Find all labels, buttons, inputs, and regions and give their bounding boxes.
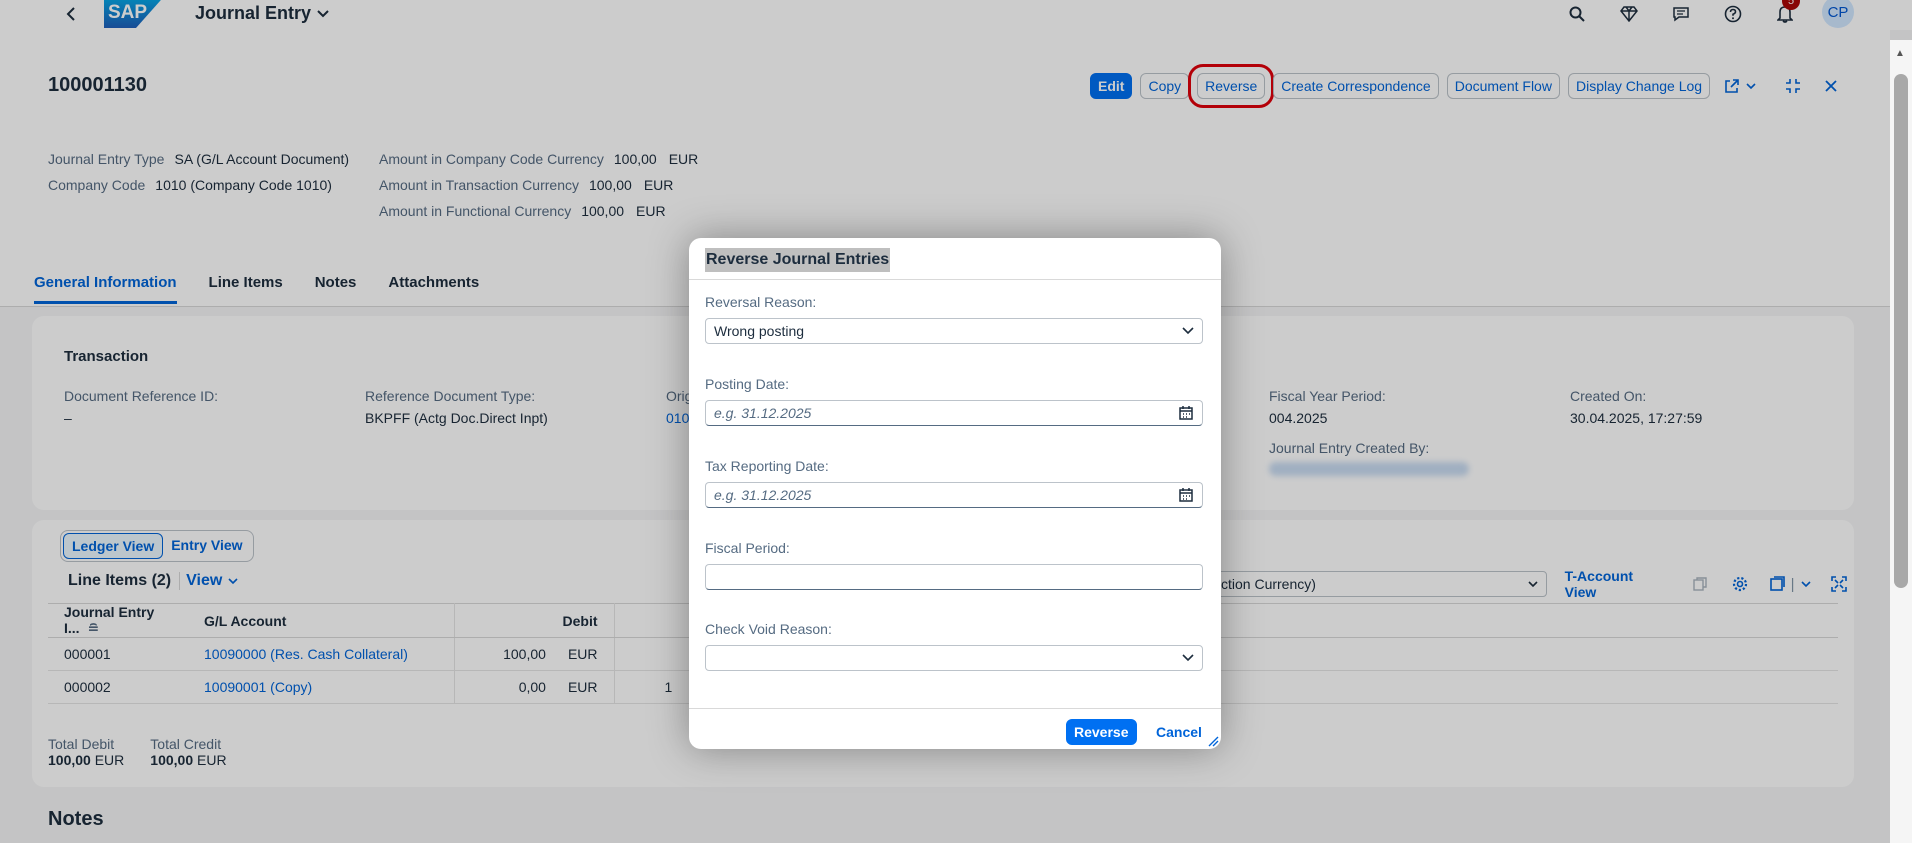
chevron-down-icon (1182, 654, 1194, 662)
chevron-down-icon (1182, 327, 1194, 335)
reversal-reason-label: Reversal Reason: (705, 294, 817, 310)
dialog-header-divider (689, 279, 1221, 280)
posting-date-input[interactable]: e.g. 31.12.2025 (705, 400, 1203, 426)
reversal-reason-select[interactable]: Wrong posting (705, 318, 1203, 344)
dialog-cancel-button[interactable]: Cancel (1148, 719, 1210, 745)
check-void-reason-select[interactable] (705, 645, 1203, 671)
scrollbar-thumb[interactable] (1894, 74, 1908, 588)
calendar-icon[interactable] (1178, 487, 1194, 503)
dialog-reverse-button[interactable]: Reverse (1066, 719, 1137, 745)
page-scrollbar[interactable]: ▲ (1890, 40, 1912, 843)
reverse-journal-entries-dialog: Reverse Journal Entries Reversal Reason:… (689, 238, 1221, 749)
resize-handle-icon[interactable] (1207, 735, 1219, 747)
posting-date-label: Posting Date: (705, 376, 790, 392)
calendar-icon[interactable] (1178, 405, 1194, 421)
check-void-reason-label: Check Void Reason: (705, 621, 832, 637)
fiscal-period-label: Fiscal Period: (705, 540, 790, 556)
tax-reporting-date-label: Tax Reporting Date: (705, 458, 829, 474)
scroll-up-icon[interactable]: ▲ (1895, 48, 1905, 59)
tax-reporting-date-input[interactable]: e.g. 31.12.2025 (705, 482, 1203, 508)
fiscal-period-input[interactable] (705, 564, 1203, 590)
dialog-title: Reverse Journal Entries (705, 248, 891, 272)
dialog-footer: Reverse Cancel (689, 708, 1221, 749)
